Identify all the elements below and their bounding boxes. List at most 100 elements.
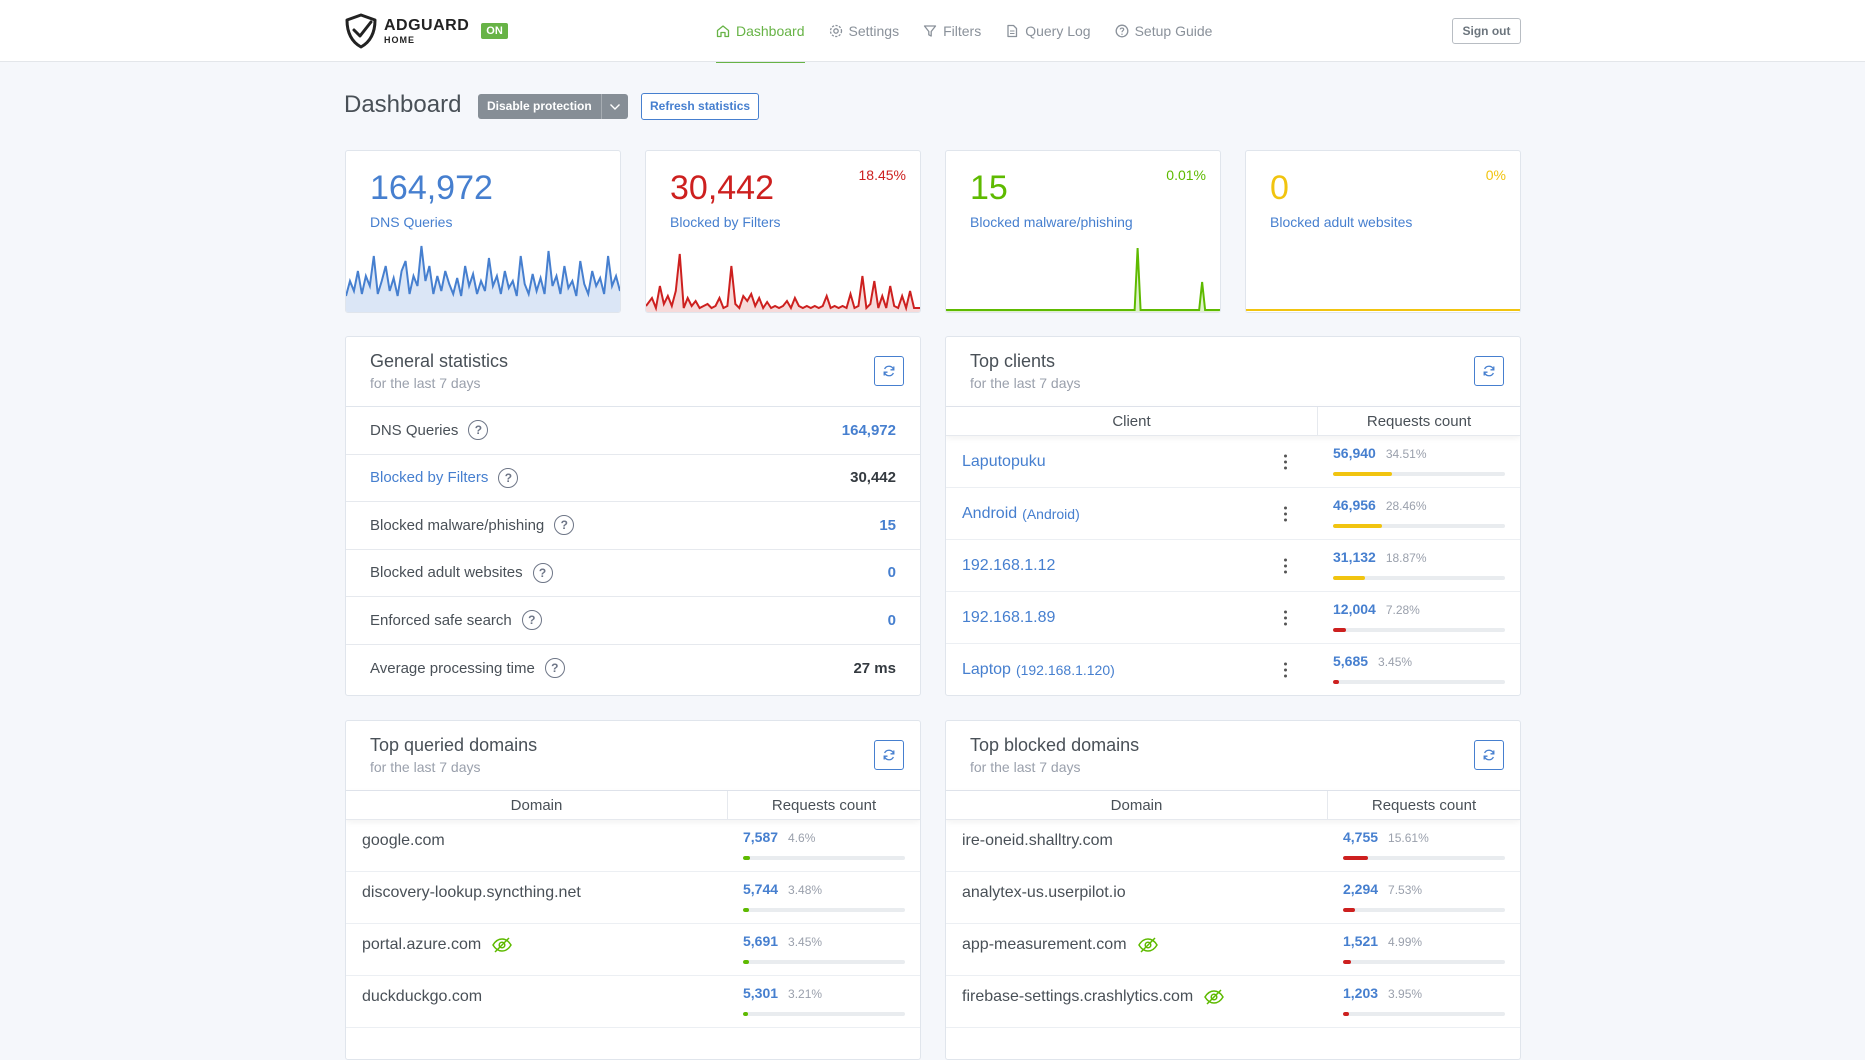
request-percent: 34.51% bbox=[1385, 447, 1427, 461]
panel-title: Top queried domains bbox=[370, 735, 538, 755]
dns-queries-label: DNS Queries bbox=[370, 421, 459, 439]
blocked-filters-sparkline bbox=[646, 253, 920, 312]
top-blocked-refresh-button[interactable] bbox=[1474, 740, 1504, 770]
nav-filters[interactable]: Filters bbox=[923, 0, 981, 62]
stat-label: Blocked adult websites bbox=[1270, 214, 1413, 230]
help-icon[interactable]: ? bbox=[532, 562, 553, 583]
more-options-icon[interactable] bbox=[1284, 503, 1288, 524]
request-count[interactable]: 4,755 bbox=[1343, 829, 1378, 845]
client-cell: 192.168.1.12 bbox=[946, 540, 1318, 591]
request-count[interactable]: 5,691 bbox=[743, 933, 778, 949]
request-percent: 3.48% bbox=[788, 883, 823, 897]
dns-queries-value: 164,972 bbox=[841, 421, 896, 439]
client-name-link[interactable]: Laputopuku bbox=[962, 453, 1046, 471]
clients-rows: Laputopuku 56,940 34.51% Android (Android) 46… bbox=[946, 436, 1520, 695]
domain-name[interactable]: google.com bbox=[362, 832, 445, 850]
requests-count-cell: 56,940 34.51% bbox=[1318, 436, 1520, 487]
nav-dashboard-label: Dashboard bbox=[736, 23, 805, 39]
disable-protection-button[interactable]: Disable protection bbox=[478, 94, 601, 119]
general-stats-refresh-button[interactable] bbox=[874, 356, 904, 386]
client-name-link[interactable]: 192.168.1.89 bbox=[962, 609, 1055, 627]
request-count[interactable]: 1,521 bbox=[1343, 933, 1378, 949]
stat-value: 15 bbox=[970, 169, 1008, 207]
logo-sub: HOME bbox=[384, 34, 415, 45]
more-options-icon[interactable] bbox=[1284, 607, 1288, 628]
nav-setup-guide-label: Setup Guide bbox=[1134, 23, 1213, 39]
domain-name[interactable]: firebase-settings.crashlytics.com bbox=[962, 988, 1193, 1006]
stat-row-label: Average processing time? bbox=[370, 658, 565, 679]
help-icon[interactable]: ? bbox=[468, 420, 489, 441]
column-header-domain[interactable]: Domain bbox=[946, 791, 1328, 819]
adguard-logo[interactable]: ADGUARD HOME ON bbox=[344, 13, 508, 49]
tracker-eye-icon[interactable] bbox=[1203, 988, 1225, 1011]
request-count[interactable]: 5,685 bbox=[1333, 653, 1368, 669]
nav-query-log[interactable]: Query Log bbox=[1005, 0, 1091, 62]
help-circle-icon bbox=[1115, 24, 1129, 38]
request-count[interactable]: 2,294 bbox=[1343, 881, 1378, 897]
column-header-client[interactable]: Client bbox=[946, 407, 1318, 435]
domain-name[interactable]: ire-oneid.shalltry.com bbox=[962, 832, 1113, 850]
blocked-malware-sparkline bbox=[946, 247, 1220, 312]
more-options-icon[interactable] bbox=[1284, 659, 1288, 680]
top-header: ADGUARD HOME ON Dashboard Settings Filte… bbox=[0, 0, 1865, 63]
domain-name[interactable]: analytex-us.userpilot.io bbox=[962, 884, 1126, 902]
chevron-down-icon bbox=[609, 103, 620, 110]
table-row: google.com 7,587 4.6% bbox=[346, 820, 920, 872]
domain-name[interactable]: portal.azure.com bbox=[362, 936, 481, 954]
help-icon[interactable]: ? bbox=[498, 467, 519, 488]
request-percent: 28.46% bbox=[1385, 499, 1427, 513]
nav-settings[interactable]: Settings bbox=[829, 0, 899, 62]
client-name-link[interactable]: Android bbox=[962, 505, 1017, 523]
progress-bar-fill bbox=[1343, 856, 1369, 860]
blocked-malware-label: Blocked malware/phishing bbox=[370, 516, 545, 534]
domain-cell: google.com bbox=[346, 820, 728, 871]
page-title: Dashboard bbox=[344, 91, 462, 118]
request-count[interactable]: 5,301 bbox=[743, 985, 778, 1001]
home-icon bbox=[716, 25, 730, 38]
requests-count-cell: 46,956 28.46% bbox=[1318, 488, 1520, 539]
request-percent: 3.95% bbox=[1388, 987, 1423, 1001]
blocked-filters-link[interactable]: Blocked by Filters bbox=[370, 469, 488, 486]
domain-cell: duckduckgo.com bbox=[346, 976, 728, 1027]
nav-dashboard[interactable]: Dashboard bbox=[716, 0, 805, 63]
panel-subtitle: for the last 7 days bbox=[370, 375, 481, 391]
stat-percent: 18.45% bbox=[858, 167, 906, 183]
column-header-requests[interactable]: Requests count bbox=[728, 791, 920, 819]
domain-cell: portal.azure.com bbox=[346, 924, 728, 975]
domain-name[interactable]: duckduckgo.com bbox=[362, 988, 482, 1006]
domain-name[interactable]: app-measurement.com bbox=[962, 936, 1127, 954]
more-options-icon[interactable] bbox=[1284, 555, 1288, 576]
request-count[interactable]: 7,587 bbox=[743, 829, 778, 845]
general-stats-list: DNS Queries? 164,972 Blocked by Filters?… bbox=[346, 406, 920, 692]
top-queried-refresh-button[interactable] bbox=[874, 740, 904, 770]
top-clients-refresh-button[interactable] bbox=[1474, 356, 1504, 386]
column-header-domain[interactable]: Domain bbox=[346, 791, 728, 819]
request-count[interactable]: 56,940 bbox=[1333, 445, 1376, 461]
requests-count-cell: 1,521 4.99% bbox=[1328, 924, 1520, 975]
help-icon[interactable]: ? bbox=[554, 515, 575, 536]
tracker-eye-icon[interactable] bbox=[491, 936, 513, 959]
domain-cell: app-measurement.com bbox=[946, 924, 1328, 975]
disable-protection-dropdown-toggle[interactable] bbox=[600, 94, 628, 119]
request-percent: 7.53% bbox=[1388, 883, 1423, 897]
help-icon[interactable]: ? bbox=[544, 658, 565, 679]
sign-out-button[interactable]: Sign out bbox=[1452, 18, 1521, 44]
client-name-link[interactable]: Laptop bbox=[962, 661, 1011, 679]
request-count[interactable]: 5,744 bbox=[743, 881, 778, 897]
column-header-requests[interactable]: Requests count bbox=[1318, 407, 1520, 435]
more-options-icon[interactable] bbox=[1284, 451, 1288, 472]
request-count[interactable]: 12,004 bbox=[1333, 601, 1376, 617]
nav-setup-guide[interactable]: Setup Guide bbox=[1115, 0, 1213, 62]
request-count[interactable]: 31,132 bbox=[1333, 549, 1376, 565]
panel-title: Top blocked domains bbox=[970, 735, 1140, 755]
help-icon[interactable]: ? bbox=[521, 610, 542, 631]
refresh-statistics-button[interactable]: Refresh statistics bbox=[641, 93, 760, 120]
progress-bar-fill bbox=[1333, 472, 1393, 476]
blocked-rows: ire-oneid.shalltry.com 4,755 15.61% analyte… bbox=[946, 820, 1520, 1028]
request-count[interactable]: 1,203 bbox=[1343, 985, 1378, 1001]
client-name-link[interactable]: 192.168.1.12 bbox=[962, 557, 1055, 575]
request-count[interactable]: 46,956 bbox=[1333, 497, 1376, 513]
column-header-requests[interactable]: Requests count bbox=[1328, 791, 1520, 819]
tracker-eye-icon[interactable] bbox=[1137, 936, 1159, 959]
domain-name[interactable]: discovery-lookup.syncthing.net bbox=[362, 884, 581, 902]
